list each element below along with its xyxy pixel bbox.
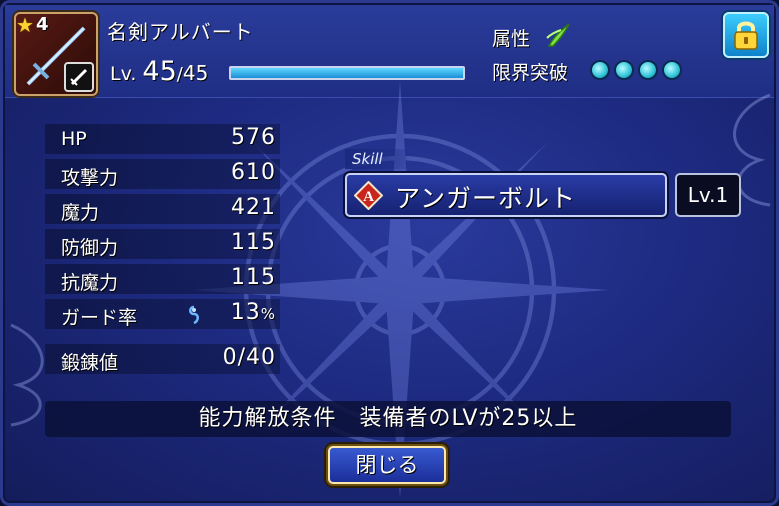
attribute-label: 属性: [492, 28, 531, 50]
skill-name: アンガーボルト: [395, 184, 577, 213]
stat-row-forge: 鍛錬値 0/40: [45, 344, 280, 374]
rarity-value: 4: [35, 14, 49, 35]
level-max: 45: [182, 61, 209, 85]
stat-value-number: 13: [230, 300, 261, 325]
stat-label: 魔力: [61, 202, 100, 224]
stat-label: ガード率: [61, 307, 138, 329]
stat-row-magic: 魔力 421: [45, 194, 280, 224]
equipment-detail-dialog: ★ 4 名剣アルバート Lv. 45 / 45 属性 限界突破 HP 576 攻…: [0, 0, 779, 506]
stat-value: 115: [231, 230, 276, 255]
close-button[interactable]: 閉じる: [328, 446, 446, 484]
stats-list: HP 576 攻撃力 610 魔力 421 防御力 115 抗魔力 115 ガー…: [45, 124, 280, 379]
ability-icon: A: [354, 181, 383, 210]
limit-break-indicator: [590, 60, 682, 80]
unlock-condition: 能力解放条件 装備者のLVが25以上: [45, 401, 731, 437]
wind-attribute-icon: [546, 23, 570, 47]
limit-break-dot: [638, 60, 658, 80]
stat-label: HP: [61, 128, 87, 150]
level-progress-bar: [229, 66, 465, 80]
limit-break-dot: [614, 60, 634, 80]
guard-shield-icon: [189, 305, 199, 325]
stat-row-hp: HP 576: [45, 124, 280, 154]
stat-row-spirit: 抗魔力 115: [45, 264, 280, 294]
stat-value: 576: [231, 125, 276, 150]
forge-value: 0/40: [222, 345, 276, 370]
stat-value-unit: %: [260, 305, 276, 323]
stat-row-defense: 防御力 115: [45, 229, 280, 259]
stat-row-guard-rate: ガード率 13%: [45, 299, 280, 329]
stat-value: 610: [231, 160, 276, 185]
forge-label: 鍛錬値: [61, 352, 119, 374]
level-display: Lv. 45 / 45: [110, 56, 208, 87]
ability-icon-letter: A: [363, 189, 374, 205]
level-current: 45: [142, 56, 177, 87]
item-name: 名剣アルバート: [107, 20, 254, 44]
star-icon: ★: [16, 12, 34, 37]
stat-label: 抗魔力: [61, 272, 119, 294]
level-progress-fill: [231, 68, 463, 78]
stat-row-attack: 攻撃力 610: [45, 159, 280, 189]
skill-button[interactable]: A アンガーボルト: [345, 173, 667, 217]
limit-break-dot: [662, 60, 682, 80]
skill-tag: Skill: [345, 149, 407, 169]
rarity-badge: ★ 4: [16, 14, 48, 35]
lock-button[interactable]: [723, 12, 769, 58]
weapon-type-icon: [64, 62, 94, 92]
limit-break-label: 限界突破: [492, 62, 569, 84]
stat-value: 115: [231, 265, 276, 290]
padlock-icon: [734, 21, 758, 50]
stat-label: 攻撃力: [61, 167, 119, 189]
stat-value: 421: [231, 195, 276, 220]
level-label: Lv.: [110, 63, 137, 85]
item-icon: ★ 4: [14, 12, 98, 96]
stat-value: 13%: [231, 300, 276, 325]
stat-label: 防御力: [61, 237, 119, 259]
skill-level: Lv.1: [675, 173, 741, 217]
limit-break-dot: [590, 60, 610, 80]
